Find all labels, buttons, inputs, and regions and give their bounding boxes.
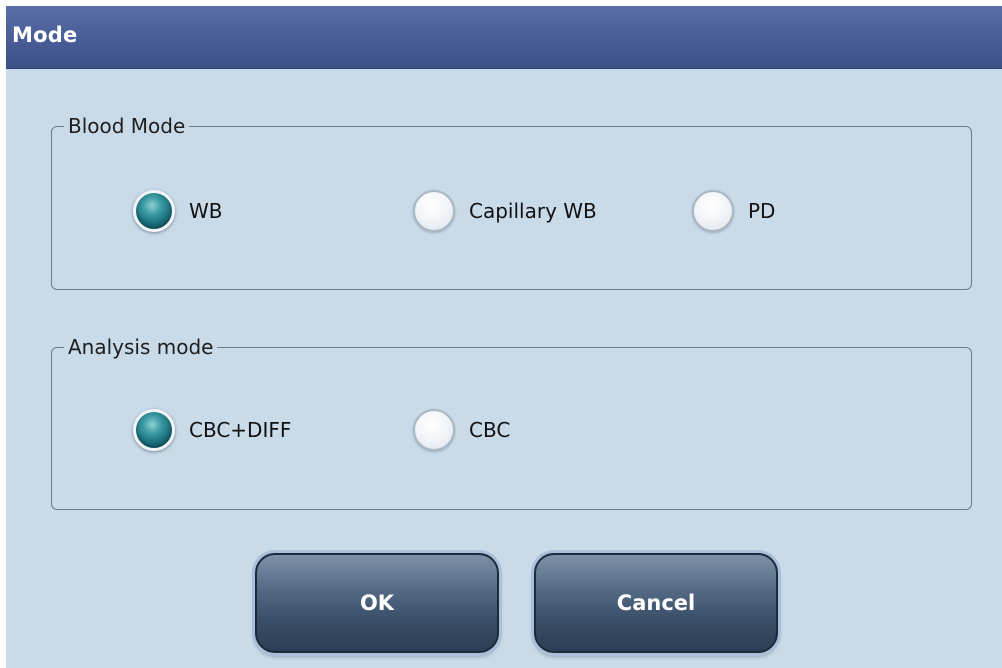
- radio-unselected-icon[interactable]: [413, 190, 455, 232]
- mode-dialog: Mode Blood Mode WB Capillary WB PD Analy…: [6, 6, 1002, 668]
- radio-pd[interactable]: PD: [692, 190, 775, 232]
- radio-cbc-diff-label: CBC+DIFF: [189, 418, 292, 442]
- radio-unselected-icon[interactable]: [413, 409, 455, 451]
- ok-button[interactable]: OK: [255, 553, 499, 653]
- radio-wb-label: WB: [189, 199, 223, 223]
- dialog-titlebar: Mode: [6, 6, 1002, 69]
- cancel-button[interactable]: Cancel: [534, 553, 778, 653]
- radio-cbc[interactable]: CBC: [413, 409, 510, 451]
- radio-capillary-wb-label: Capillary WB: [469, 199, 597, 223]
- radio-wb[interactable]: WB: [133, 190, 223, 232]
- radio-cbc-label: CBC: [469, 418, 511, 442]
- radio-selected-icon[interactable]: [133, 409, 175, 451]
- radio-cbc-diff[interactable]: CBC+DIFF: [133, 409, 291, 451]
- radio-capillary-wb[interactable]: Capillary WB: [413, 190, 597, 232]
- radio-selected-icon[interactable]: [133, 190, 175, 232]
- analysis-mode-legend: Analysis mode: [68, 335, 214, 359]
- dialog-title: Mode: [12, 23, 78, 47]
- radio-pd-label: PD: [748, 199, 776, 223]
- radio-unselected-icon[interactable]: [692, 190, 734, 232]
- blood-mode-legend: Blood Mode: [68, 114, 186, 138]
